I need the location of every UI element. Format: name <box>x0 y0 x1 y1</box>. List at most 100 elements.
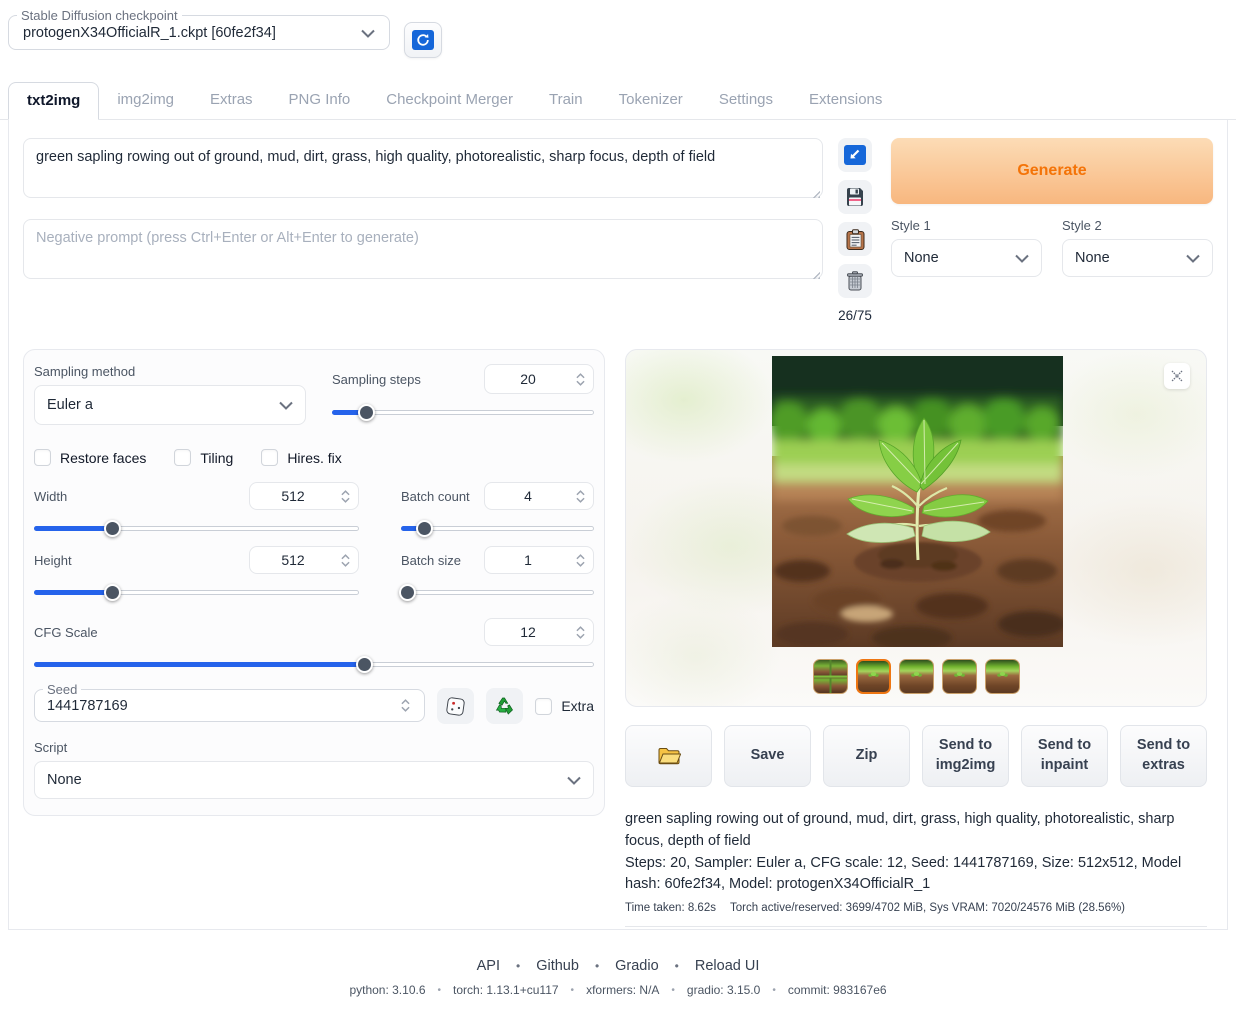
chevron-down-icon <box>1186 254 1200 263</box>
seed-spinner[interactable] <box>396 699 418 712</box>
tab-checkpoint-merger[interactable]: Checkpoint Merger <box>368 82 531 119</box>
tab-extras[interactable]: Extras <box>192 82 271 119</box>
spinner-down-icon <box>401 706 410 712</box>
reuse-seed-button[interactable] <box>486 688 523 724</box>
footer-link-reload-ui[interactable]: Reload UI <box>695 958 759 974</box>
open-folder-button[interactable] <box>625 725 712 787</box>
checkpoint-dropdown[interactable]: Stable Diffusion checkpoint protogenX34O… <box>8 8 390 50</box>
zip-button[interactable]: Zip <box>823 725 910 787</box>
save-button[interactable]: Save <box>724 725 811 787</box>
slider-thumb[interactable] <box>104 584 121 601</box>
generated-image[interactable] <box>772 356 1063 647</box>
prompt-input[interactable]: green sapling rowing out of ground, mud,… <box>23 138 823 198</box>
height-spinner[interactable] <box>336 554 358 567</box>
send-to-img2img-button[interactable]: Send to img2img <box>922 725 1009 787</box>
checkbox-box[interactable] <box>174 449 191 466</box>
slider-thumb[interactable] <box>399 584 416 601</box>
tab-png-info[interactable]: PNG Info <box>271 82 369 119</box>
slider-thumb[interactable] <box>104 520 121 537</box>
cfg-scale-slider[interactable] <box>34 656 594 672</box>
hires-fix-checkbox[interactable]: Hires. fix <box>261 449 341 466</box>
cfg-scale-spinner[interactable] <box>571 626 593 639</box>
tab-settings[interactable]: Settings <box>701 82 791 119</box>
restore-faces-checkbox[interactable]: Restore faces <box>34 449 146 466</box>
app-page: Stable Diffusion checkpoint protogenX34O… <box>0 0 1236 1013</box>
save-style-button[interactable] <box>838 180 872 214</box>
close-gallery-button[interactable] <box>1164 363 1190 389</box>
refresh-icon <box>412 30 434 50</box>
send-to-extras-button[interactable]: Send to extras <box>1120 725 1207 787</box>
extra-label: Extra <box>561 698 594 714</box>
generate-column: Generate Style 1 None Style 2 None <box>891 138 1213 277</box>
cfg-scale-input[interactable]: 12 <box>484 618 594 646</box>
prompt-wrap: green sapling rowing out of ground, mud,… <box>23 138 823 201</box>
recycle-icon <box>494 696 515 717</box>
slider-thumb[interactable] <box>356 656 373 673</box>
script-dropdown[interactable]: None <box>34 761 594 799</box>
cfg-scale-value: 12 <box>485 624 571 640</box>
tab-extensions[interactable]: Extensions <box>791 82 900 119</box>
cfg-scale-label: CFG Scale <box>34 625 98 640</box>
style2-dropdown[interactable]: None <box>1062 239 1213 277</box>
batch-size-spinner[interactable] <box>571 554 593 567</box>
thumbnail-selected[interactable] <box>856 659 891 694</box>
height-slider[interactable] <box>34 584 359 600</box>
checkbox-box[interactable] <box>535 698 552 715</box>
send-to-inpaint-button[interactable]: Send to inpaint <box>1021 725 1108 787</box>
spinner-up-icon <box>576 490 585 496</box>
thumbnail[interactable] <box>899 659 934 694</box>
checkbox-box[interactable] <box>261 449 278 466</box>
style1-dropdown[interactable]: None <box>891 239 1042 277</box>
extra-seed-checkbox[interactable]: Extra <box>535 698 594 715</box>
batch-size-slider[interactable] <box>401 584 594 600</box>
paste-params-button[interactable] <box>838 138 872 172</box>
sampling-steps-spinner[interactable] <box>571 373 593 386</box>
seed-input[interactable] <box>47 698 396 714</box>
tab-img2img[interactable]: img2img <box>99 82 192 119</box>
tab-tokenizer[interactable]: Tokenizer <box>601 82 701 119</box>
batch-count-input[interactable]: 4 <box>484 482 594 510</box>
thumbnail-grid[interactable] <box>813 659 848 694</box>
chevron-down-icon <box>361 29 375 38</box>
batch-count-slider[interactable] <box>401 520 594 536</box>
clipboard-icon <box>846 229 865 250</box>
sampling-method-dropdown[interactable]: Euler a <box>34 385 306 425</box>
footer-link-gradio[interactable]: Gradio <box>615 958 659 974</box>
batch-count-label: Batch count <box>401 489 470 504</box>
width-slider[interactable] <box>34 520 359 536</box>
token-counter: 26/75 <box>838 308 872 323</box>
dot-separator: • <box>438 985 442 996</box>
thumbnail[interactable] <box>942 659 977 694</box>
width-input[interactable]: 512 <box>249 482 359 510</box>
sampling-steps-slider[interactable] <box>332 404 594 420</box>
checkbox-box[interactable] <box>34 449 51 466</box>
clear-prompt-button[interactable] <box>838 264 872 298</box>
spinner-down-icon <box>576 380 585 386</box>
generate-button[interactable]: Generate <box>891 138 1213 204</box>
width-spinner[interactable] <box>336 490 358 503</box>
style2-value: None <box>1075 250 1110 266</box>
folder-icon <box>657 746 681 766</box>
dot-separator: • <box>671 985 675 996</box>
batch-size-label: Batch size <box>401 553 461 568</box>
thumbnail[interactable] <box>985 659 1020 694</box>
sampling-steps-input[interactable]: 20 <box>484 364 594 394</box>
tiling-label: Tiling <box>200 450 233 466</box>
tab-train[interactable]: Train <box>531 82 601 119</box>
refresh-checkpoints-button[interactable] <box>404 22 442 58</box>
slider-thumb[interactable] <box>358 404 375 421</box>
random-seed-button[interactable] <box>437 688 474 724</box>
chevron-down-icon <box>279 401 293 410</box>
slider-thumb[interactable] <box>416 520 433 537</box>
tab-txt2img[interactable]: txt2img <box>8 82 99 120</box>
tiling-checkbox[interactable]: Tiling <box>174 449 233 466</box>
result-gallery <box>625 349 1207 707</box>
footer-link-api[interactable]: API <box>477 958 500 974</box>
footer-link-github[interactable]: Github <box>536 958 579 974</box>
height-input[interactable]: 512 <box>249 546 359 574</box>
dice-icon <box>445 696 466 717</box>
batch-size-input[interactable]: 1 <box>484 546 594 574</box>
apply-style-button[interactable] <box>838 222 872 256</box>
batch-count-spinner[interactable] <box>571 490 593 503</box>
negative-prompt-input[interactable] <box>23 219 823 279</box>
